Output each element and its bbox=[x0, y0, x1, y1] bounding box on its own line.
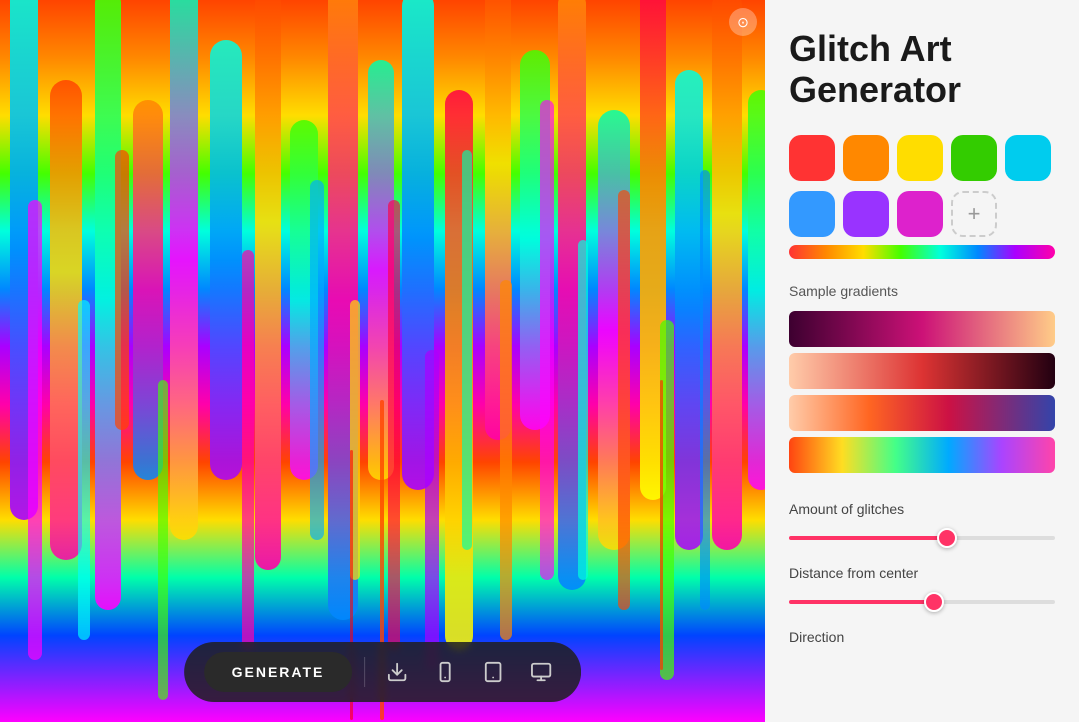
sample-gradients-list bbox=[789, 311, 1055, 473]
toolbar: GENERATE bbox=[184, 642, 582, 702]
color-swatch-red[interactable] bbox=[789, 135, 835, 181]
glitch-canvas bbox=[0, 0, 765, 722]
color-swatch-purple[interactable] bbox=[843, 191, 889, 237]
direction-label: Direction bbox=[789, 629, 1055, 645]
gradient-preview-bar bbox=[789, 245, 1055, 259]
sample-gradient-1[interactable] bbox=[789, 311, 1055, 347]
color-swatch-green[interactable] bbox=[951, 135, 997, 181]
sample-gradients-label: Sample gradients bbox=[789, 283, 1055, 299]
add-color-button[interactable]: + bbox=[951, 191, 997, 237]
distance-slider-label: Distance from center bbox=[789, 565, 1055, 581]
color-swatch-cyan[interactable] bbox=[1005, 135, 1051, 181]
sample-gradient-2[interactable] bbox=[789, 353, 1055, 389]
desktop-view-button[interactable] bbox=[521, 652, 561, 692]
app-title: Glitch Art Generator bbox=[789, 28, 1055, 111]
color-swatch-magenta[interactable] bbox=[897, 191, 943, 237]
github-button[interactable]: ⊙ bbox=[729, 8, 757, 36]
color-swatches bbox=[789, 135, 1055, 181]
color-swatch-yellow[interactable] bbox=[897, 135, 943, 181]
right-panel: Glitch Art Generator + Sample gradients … bbox=[765, 0, 1079, 722]
amount-slider-label: Amount of glitches bbox=[789, 501, 1055, 517]
color-swatch-blue[interactable] bbox=[789, 191, 835, 237]
amount-slider[interactable] bbox=[789, 536, 1055, 540]
sample-gradient-4[interactable] bbox=[789, 437, 1055, 473]
color-swatch-orange[interactable] bbox=[843, 135, 889, 181]
distance-slider-section: Distance from center bbox=[789, 565, 1055, 609]
toolbar-separator bbox=[364, 657, 365, 687]
mobile-view-button[interactable] bbox=[425, 652, 465, 692]
sample-gradient-3[interactable] bbox=[789, 395, 1055, 431]
download-button[interactable] bbox=[377, 652, 417, 692]
amount-slider-section: Amount of glitches bbox=[789, 501, 1055, 545]
generate-button[interactable]: GENERATE bbox=[204, 652, 353, 692]
tablet-view-button[interactable] bbox=[473, 652, 513, 692]
distance-slider[interactable] bbox=[789, 600, 1055, 604]
glitch-stripes bbox=[0, 0, 765, 722]
canvas-area: ⊙ GENERATE bbox=[0, 0, 765, 722]
color-swatches-row2: + bbox=[789, 191, 1055, 237]
